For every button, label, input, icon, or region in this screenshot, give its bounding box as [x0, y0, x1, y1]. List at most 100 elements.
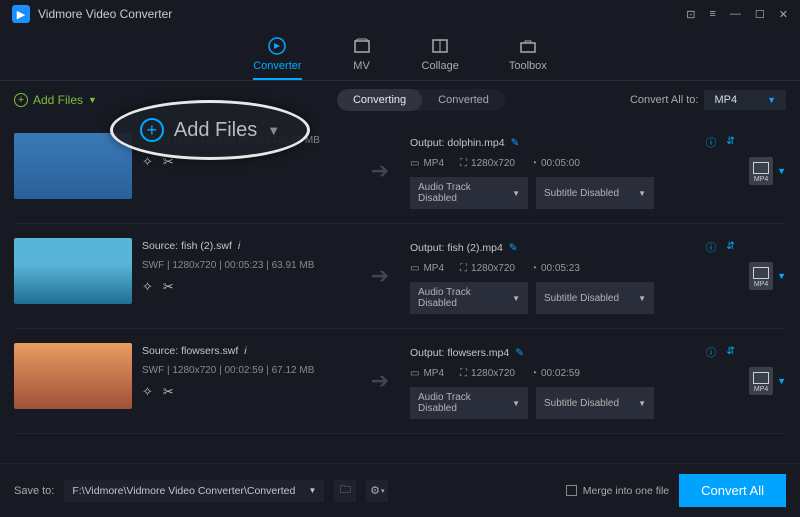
save-to-dropdown[interactable]: F:\Vidmore\Vidmore Video Converter\Conve…	[64, 480, 324, 502]
add-files-label: Add Files	[33, 93, 83, 107]
chevron-down-icon: ▼	[777, 271, 786, 281]
chevron-down-icon: ▼	[767, 95, 776, 105]
file-row: Source: flowsers.swf i SWF | 1280x720 | 0…	[14, 329, 786, 434]
compress-icon[interactable]: ⇵	[726, 345, 735, 360]
seg-converting[interactable]: Converting	[337, 89, 422, 111]
app-title: Vidmore Video Converter	[38, 7, 172, 21]
chevron-down-icon: ▼	[88, 95, 97, 105]
mv-icon	[352, 36, 372, 56]
thumbnail[interactable]	[14, 238, 132, 304]
tab-mv[interactable]: MV	[352, 36, 372, 80]
settings-button[interactable]: ⚙▾	[366, 480, 388, 502]
collage-icon	[430, 36, 450, 56]
trim-icon[interactable]: ✂	[163, 384, 174, 400]
effects-icon[interactable]: ✧	[142, 279, 153, 295]
output-name: Output: flowsers.mp4	[410, 347, 509, 359]
output-format-picker[interactable]: MP4 ▼	[749, 157, 786, 185]
tab-label: Converter	[253, 60, 301, 72]
edit-name-icon[interactable]: ✎	[509, 242, 518, 254]
output-name: Output: dolphin.mp4	[410, 137, 505, 149]
chevron-down-icon: ▼	[512, 399, 520, 408]
source-meta: SWF | 1280x720 | 00:05:23 | 63.91 MB	[142, 260, 350, 271]
chevron-down-icon: ▼	[512, 294, 520, 303]
chevron-down-icon: ▼	[638, 294, 646, 303]
info-icon[interactable]: ⓘ	[706, 240, 717, 255]
tab-converter[interactable]: Converter	[253, 36, 301, 80]
seg-converted[interactable]: Converted	[422, 89, 505, 111]
chevron-down-icon: ▼	[512, 189, 520, 198]
titlebar: ▶ Vidmore Video Converter ⊡ ≡ — ☐ ✕	[0, 0, 800, 28]
resolution-icon: ⛶	[460, 158, 467, 169]
maximize-icon[interactable]: ☐	[755, 8, 765, 21]
compress-icon[interactable]: ⇵	[726, 135, 735, 150]
resolution-icon: ⛶	[460, 368, 467, 379]
format-value: MP4	[714, 94, 737, 106]
tab-label: Toolbox	[509, 60, 547, 72]
clock-icon: ◔	[531, 368, 537, 379]
info-icon[interactable]: i	[238, 240, 240, 252]
merge-checkbox[interactable]: Merge into one file	[566, 485, 669, 497]
tab-label: MV	[353, 60, 370, 72]
thumbnail[interactable]	[14, 343, 132, 409]
subtitle-dropdown[interactable]: Subtitle Disabled▼	[536, 177, 654, 209]
audio-track-dropdown[interactable]: Audio Track Disabled▼	[410, 177, 528, 209]
menu-icon[interactable]: ≡	[709, 8, 715, 21]
edit-name-icon[interactable]: ✎	[515, 347, 524, 359]
chevron-down-icon: ▼	[777, 166, 786, 176]
info-icon[interactable]: ⓘ	[706, 345, 717, 360]
trim-icon[interactable]: ✂	[163, 279, 174, 295]
folder-icon: 🗀	[340, 481, 351, 500]
file-list: SWF | 1280x720 | 00:05:00 | 120.25 MB ✧ …	[0, 119, 800, 434]
status-segment: Converting Converted	[337, 89, 505, 111]
source-meta: SWF | 1280x720 | 00:02:59 | 67.12 MB	[142, 365, 350, 376]
audio-track-dropdown[interactable]: Audio Track Disabled▼	[410, 282, 528, 314]
save-to-label: Save to:	[14, 485, 54, 497]
toolbox-icon	[518, 36, 538, 56]
clock-icon: ◔	[531, 158, 537, 169]
source-meta: SWF | 1280x720 | 00:05:00 | 120.25 MB	[142, 135, 350, 146]
minimize-icon[interactable]: —	[730, 8, 741, 21]
edit-name-icon[interactable]: ✎	[511, 137, 520, 149]
chevron-down-icon: ▼	[638, 399, 646, 408]
tab-collage[interactable]: Collage	[422, 36, 459, 80]
chevron-down-icon: ▼	[777, 376, 786, 386]
chevron-down-icon: ▼	[638, 189, 646, 198]
convert-all-label: Convert All to:	[630, 94, 698, 106]
chat-icon[interactable]: ⊡	[686, 8, 695, 21]
open-folder-button[interactable]: 🗀	[334, 480, 356, 502]
main-tabs: Converter MV Collage Toolbox	[0, 28, 800, 81]
merge-label: Merge into one file	[583, 485, 669, 497]
tab-toolbox[interactable]: Toolbox	[509, 36, 547, 80]
subtitle-dropdown[interactable]: Subtitle Disabled▼	[536, 282, 654, 314]
compress-icon[interactable]: ⇵	[726, 240, 735, 255]
thumbnail[interactable]	[14, 133, 132, 199]
effects-icon[interactable]: ✧	[142, 384, 153, 400]
checkbox-icon	[566, 485, 577, 496]
info-icon[interactable]: i	[244, 345, 246, 357]
subtitle-dropdown[interactable]: Subtitle Disabled▼	[536, 387, 654, 419]
add-files-button[interactable]: + Add Files ▼	[14, 93, 97, 107]
chevron-down-icon: ▼	[308, 486, 316, 495]
audio-track-dropdown[interactable]: Audio Track Disabled▼	[410, 387, 528, 419]
source-name: Source: fish (2).swf	[142, 240, 232, 252]
output-name: Output: fish (2).mp4	[410, 242, 503, 254]
source-name: Source: flowsers.swf	[142, 345, 238, 357]
gear-icon: ⚙	[370, 484, 380, 497]
output-format-picker[interactable]: MP4 ▼	[749, 367, 786, 395]
file-row: Source: fish (2).swf i SWF | 1280x720 | 0…	[14, 224, 786, 329]
convert-all-format-dropdown[interactable]: MP4 ▼	[704, 90, 786, 110]
output-format-picker[interactable]: MP4 ▼	[749, 262, 786, 290]
arrow-icon: ➔	[360, 368, 400, 394]
close-icon[interactable]: ✕	[779, 8, 788, 21]
trim-icon[interactable]: ✂	[163, 154, 174, 170]
tab-label: Collage	[422, 60, 459, 72]
format-badge-icon: MP4	[749, 157, 773, 185]
footer: Save to: F:\Vidmore\Vidmore Video Conver…	[0, 463, 800, 517]
format-badge-icon: MP4	[749, 367, 773, 395]
toolbar: + Add Files ▼ Converting Converted Conve…	[0, 81, 800, 119]
converter-icon	[267, 36, 287, 56]
arrow-icon: ➔	[360, 263, 400, 289]
info-icon[interactable]: ⓘ	[706, 135, 717, 150]
convert-all-button[interactable]: Convert All	[679, 474, 786, 507]
effects-icon[interactable]: ✧	[142, 154, 153, 170]
